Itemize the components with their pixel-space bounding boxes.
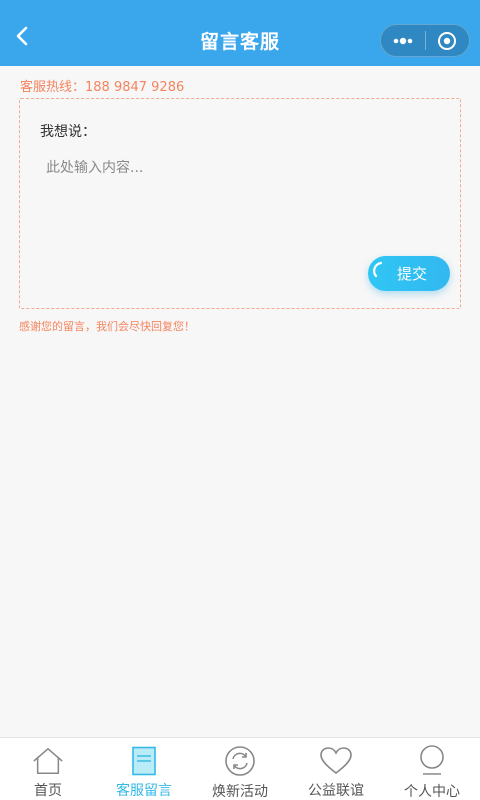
target-close-icon bbox=[438, 31, 457, 50]
more-button[interactable] bbox=[381, 25, 425, 56]
refresh-icon bbox=[224, 745, 256, 777]
tab-label: 首页 bbox=[34, 783, 62, 799]
home-icon bbox=[32, 745, 64, 776]
user-icon bbox=[416, 745, 448, 777]
submit-button[interactable]: 提交 bbox=[368, 256, 450, 291]
mini-program-capsule bbox=[380, 24, 470, 57]
heart-icon bbox=[320, 745, 352, 776]
nav-header: 留言客服 bbox=[0, 0, 480, 66]
tab-renewal-activity[interactable]: 焕新活动 bbox=[192, 738, 288, 800]
tab-profile[interactable]: 个人中心 bbox=[384, 738, 480, 800]
message-input[interactable] bbox=[46, 157, 436, 247]
submit-label: 提交 bbox=[396, 265, 427, 283]
tab-label: 个人中心 bbox=[404, 784, 460, 800]
document-icon bbox=[128, 745, 160, 776]
close-button[interactable] bbox=[426, 25, 470, 56]
tab-label: 客服留言 bbox=[116, 783, 172, 799]
tab-home[interactable]: 首页 bbox=[0, 738, 96, 800]
message-label: 我想说： bbox=[40, 124, 96, 140]
more-dots-icon bbox=[393, 37, 413, 44]
tab-label: 焕新活动 bbox=[212, 784, 268, 800]
thanks-note: 感谢您的留言，我们会尽快回复您！ bbox=[19, 320, 195, 333]
bottom-tab-bar: 首页 客服留言 焕新活动 公益联谊 个人中心 bbox=[0, 737, 480, 800]
message-box: 我想说： 提交 bbox=[19, 98, 461, 309]
tab-charity[interactable]: 公益联谊 bbox=[288, 738, 384, 800]
loading-arc-icon bbox=[373, 261, 383, 278]
hotline-text[interactable]: 客服热线：188 9847 9286 bbox=[20, 76, 184, 95]
tab-label: 公益联谊 bbox=[308, 783, 364, 799]
tab-customer-service[interactable]: 客服留言 bbox=[96, 738, 192, 800]
